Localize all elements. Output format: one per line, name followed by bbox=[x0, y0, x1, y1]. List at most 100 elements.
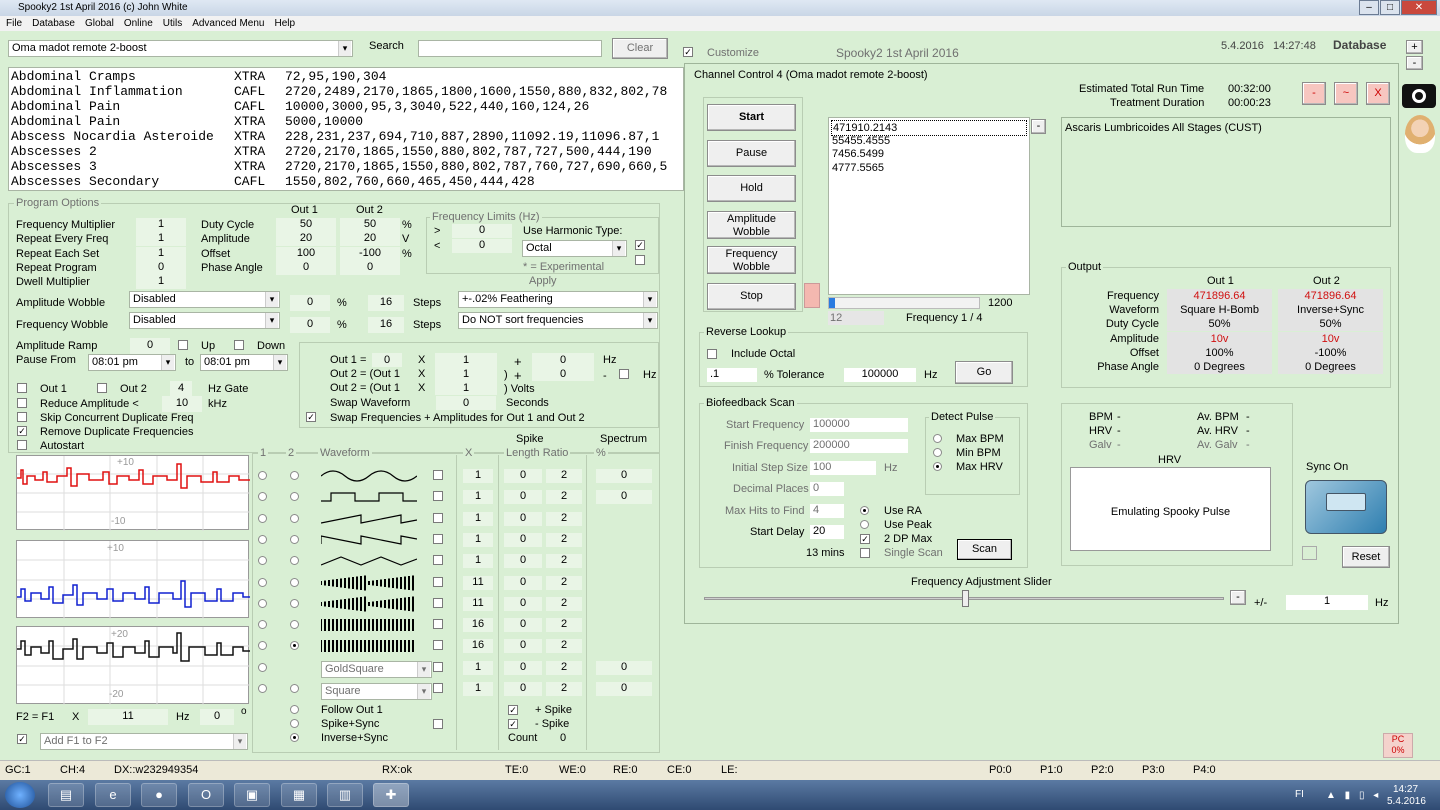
database-plus-button[interactable]: + bbox=[1406, 40, 1423, 54]
wave-x-value[interactable]: 11 bbox=[463, 596, 493, 611]
wave-length-a[interactable]: 0 bbox=[504, 490, 542, 505]
wave-length-b[interactable]: 2 bbox=[546, 469, 582, 483]
radio-follow[interactable] bbox=[290, 705, 299, 714]
program-row[interactable]: Abscesses Secondary CAFL 1550,802,760,660,… bbox=[11, 174, 683, 189]
wave-length-b[interactable]: 2 bbox=[546, 639, 582, 654]
square-select[interactable]: Square bbox=[321, 683, 432, 700]
wave-x-value[interactable]: 1 bbox=[463, 532, 493, 547]
ie-icon[interactable]: e bbox=[95, 783, 131, 807]
menu-item[interactable]: Global bbox=[85, 18, 114, 29]
eq-out1-c[interactable]: 0 bbox=[532, 353, 594, 367]
radio-out2-wave[interactable] bbox=[290, 577, 299, 587]
out1-gate-checkbox[interactable] bbox=[17, 383, 27, 393]
search-input[interactable] bbox=[418, 40, 602, 57]
radio-out1-wave[interactable] bbox=[258, 577, 267, 587]
start-frequency-input[interactable]: 100000 bbox=[810, 418, 908, 432]
wave-length-a[interactable]: 0 bbox=[504, 532, 542, 547]
program-select[interactable]: Oma madot remote 2-boost bbox=[8, 40, 353, 57]
menu-item[interactable]: Advanced Menu bbox=[192, 18, 264, 29]
wave-length-b[interactable]: 2 bbox=[546, 575, 582, 590]
wave-length-b[interactable]: 2 bbox=[546, 532, 582, 547]
program-row[interactable]: Abdominal Pain XTRA 5000,10000 bbox=[11, 114, 683, 129]
reduce-amplitude-input[interactable]: 10 bbox=[162, 396, 202, 412]
option-out1-value[interactable]: 100 bbox=[276, 246, 336, 261]
wave-spike-checkbox[interactable] bbox=[433, 512, 443, 523]
ramp-down-checkbox[interactable] bbox=[234, 340, 244, 350]
eq-negate-checkbox[interactable] bbox=[619, 369, 629, 379]
go-button[interactable]: Go bbox=[955, 361, 1013, 384]
wave-length-b[interactable]: 2 bbox=[546, 596, 582, 611]
language-indicator[interactable]: FI bbox=[1295, 789, 1304, 800]
freq-limit-lower[interactable]: 0 bbox=[452, 239, 512, 253]
frequency-wobble-steps[interactable]: 16 bbox=[368, 317, 404, 333]
document-icon[interactable]: ▥ bbox=[327, 783, 363, 807]
device-icon[interactable] bbox=[1305, 480, 1387, 534]
option-out1-value[interactable]: 20 bbox=[276, 232, 336, 247]
clock-date[interactable]: 5.4.2016 bbox=[1387, 796, 1426, 807]
max-hrv-radio[interactable] bbox=[933, 462, 942, 471]
start-orb-icon[interactable] bbox=[5, 782, 35, 808]
camera-icon[interactable] bbox=[1402, 84, 1436, 108]
swap-frequencies-checkbox[interactable]: ✓ bbox=[306, 412, 316, 422]
frequency-list-item[interactable]: 7456.5499 bbox=[831, 147, 1027, 161]
wave-length-b[interactable]: 2 bbox=[546, 511, 582, 526]
radio-inversesync[interactable] bbox=[290, 733, 299, 742]
eq-out1-a[interactable]: 0 bbox=[372, 353, 402, 367]
wave-spike-checkbox[interactable] bbox=[433, 640, 443, 651]
autostart-checkbox[interactable] bbox=[17, 440, 27, 450]
include-octal-checkbox[interactable] bbox=[707, 349, 717, 359]
cc-close-button[interactable]: X bbox=[1366, 82, 1390, 105]
frequency-list-item[interactable]: 4777.5565 bbox=[831, 161, 1027, 175]
frequency-slider-thumb[interactable] bbox=[962, 590, 969, 607]
option-value[interactable]: 1 bbox=[136, 275, 186, 290]
start-delay-input[interactable]: 20 bbox=[810, 525, 844, 539]
radio-spikesync[interactable] bbox=[290, 719, 299, 728]
use-ra-radio[interactable] bbox=[860, 506, 869, 515]
frequency-list-minus-button[interactable]: - bbox=[1031, 119, 1046, 134]
option-out1-value[interactable]: 50 bbox=[276, 218, 336, 232]
add-f1-select[interactable]: Add F1 to F2 bbox=[40, 733, 248, 750]
amplitude-ramp-input[interactable]: 0 bbox=[130, 338, 170, 354]
amplitude-wobble-button[interactable]: Amplitude Wobble bbox=[707, 211, 796, 239]
wave-x-value[interactable]: 16 bbox=[463, 618, 493, 633]
plus-spike-checkbox[interactable]: ✓ bbox=[508, 705, 518, 715]
swap-waveform-input[interactable]: 0 bbox=[436, 396, 496, 410]
radio-out1-wave[interactable] bbox=[258, 598, 267, 608]
lookup-hz-input[interactable]: 100000 bbox=[844, 368, 916, 382]
slider-minus-button[interactable]: - bbox=[1230, 590, 1246, 605]
amplitude-wobble-pct[interactable]: 0 bbox=[290, 295, 330, 311]
eq-out1-b[interactable]: 1 bbox=[435, 353, 497, 367]
wave-x-value[interactable]: 1 bbox=[463, 469, 493, 483]
harmonic-checkbox-1[interactable]: ✓ bbox=[635, 240, 645, 250]
wave-length-a[interactable]: 0 bbox=[504, 511, 542, 526]
terminal-icon[interactable]: ▦ bbox=[281, 783, 317, 807]
wave-length-a[interactable]: 0 bbox=[504, 639, 542, 654]
radio-square[interactable] bbox=[290, 684, 299, 693]
wave-x-value[interactable]: 1 bbox=[463, 490, 493, 505]
program-row[interactable]: Abdominal Pain CAFL 10000,3000,95,3,3040,5… bbox=[11, 99, 683, 114]
eq-out2-c[interactable]: 0 bbox=[532, 367, 594, 381]
wave-length-a[interactable]: 0 bbox=[504, 596, 542, 611]
customize-checkbox[interactable]: ✓ bbox=[683, 47, 693, 57]
f2-phase[interactable]: 0 bbox=[200, 709, 234, 725]
wave-length-a[interactable]: 0 bbox=[504, 469, 542, 483]
radio-out2-wave[interactable] bbox=[290, 513, 299, 523]
remote-desktop-icon[interactable]: ▣ bbox=[234, 783, 270, 807]
cc-restore-button[interactable]: ~ bbox=[1334, 82, 1358, 105]
goldsquare-select[interactable]: GoldSquare bbox=[321, 661, 432, 678]
program-row[interactable]: Abscess Nocardia Asteroide XTRA 228,231,23… bbox=[11, 129, 683, 144]
wave-spike-checkbox[interactable] bbox=[433, 470, 443, 480]
program-row[interactable]: Abscesses 3 XTRA 2720,2170,1865,1550,880,8… bbox=[11, 159, 683, 174]
max-hits-input[interactable]: 4 bbox=[810, 504, 844, 518]
wave-x-value[interactable]: 1 bbox=[463, 682, 493, 696]
program-row[interactable]: Abscesses 2 XTRA 2720,2170,1865,1550,880,8… bbox=[11, 144, 683, 159]
menu-item[interactable]: Help bbox=[274, 18, 295, 29]
sync-toggle[interactable] bbox=[1302, 546, 1317, 560]
minimize-button[interactable]: – bbox=[1359, 0, 1379, 15]
dp-max-checkbox[interactable]: ✓ bbox=[860, 534, 870, 544]
radio-out1-wave[interactable] bbox=[258, 662, 267, 672]
support-avatar-icon[interactable] bbox=[1405, 115, 1435, 153]
clock-time[interactable]: 14:27 bbox=[1393, 784, 1418, 795]
slider-step-input[interactable]: 1 bbox=[1286, 595, 1368, 610]
menu-item[interactable]: File bbox=[6, 18, 22, 29]
